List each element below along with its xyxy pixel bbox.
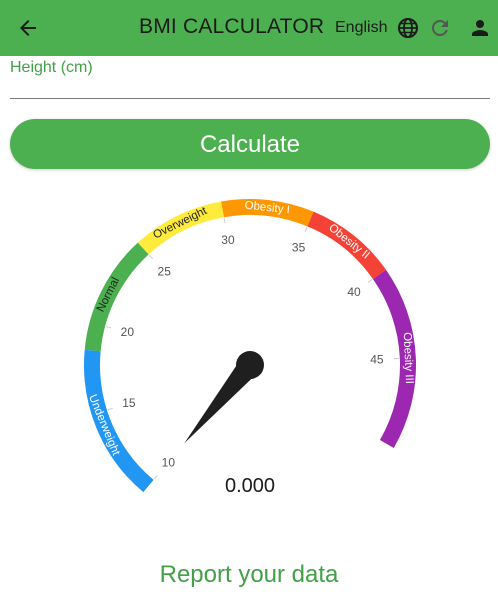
gauge-tick — [105, 325, 112, 329]
globe-icon[interactable] — [396, 16, 420, 40]
height-field-label: Height (cm) — [10, 59, 93, 76]
gauge-tick-label: 40 — [347, 285, 361, 299]
gauge-band-obesity-ii — [307, 211, 386, 280]
app-title: BMI CALCULATOR — [139, 15, 325, 38]
height-field[interactable] — [10, 98, 490, 99]
gauge-tick — [153, 474, 158, 480]
report-data-link[interactable]: Report your data — [0, 561, 498, 589]
bmi-gauge: UnderweightNormalOverweight Obesity IObes… — [84, 199, 416, 497]
gauge-tick — [148, 254, 154, 260]
refresh-icon[interactable] — [428, 16, 452, 40]
bmi-value: 0.000 — [225, 475, 275, 497]
gauge-tick-label: 30 — [221, 233, 235, 247]
gauge-band-label: Obesity III — [401, 332, 415, 384]
gauge-tick — [223, 218, 226, 224]
gauge-tick-label: 25 — [158, 264, 172, 278]
gauge-tick-label: 20 — [121, 325, 135, 339]
gauge-tick-label: 15 — [122, 396, 136, 410]
gauge-tick-label: 45 — [370, 352, 384, 366]
arrow-back-icon[interactable] — [16, 16, 40, 40]
language-selector[interactable]: English — [335, 19, 387, 37]
app-bar: BMI CALCULATOR English — [0, 0, 498, 56]
gauge-tick — [367, 279, 373, 283]
gauge-tick — [107, 407, 113, 411]
gauge-band-label: Obesity II — [326, 222, 371, 262]
person-icon[interactable] — [468, 16, 492, 40]
gauge-band-label: Normal — [95, 276, 122, 315]
gauge-tick-label: 35 — [292, 241, 306, 255]
gauge-needle-hub — [236, 351, 264, 379]
gauge-tick — [304, 227, 308, 233]
calculate-button[interactable]: Calculate — [10, 119, 490, 169]
gauge-tick-label: 10 — [162, 455, 176, 469]
